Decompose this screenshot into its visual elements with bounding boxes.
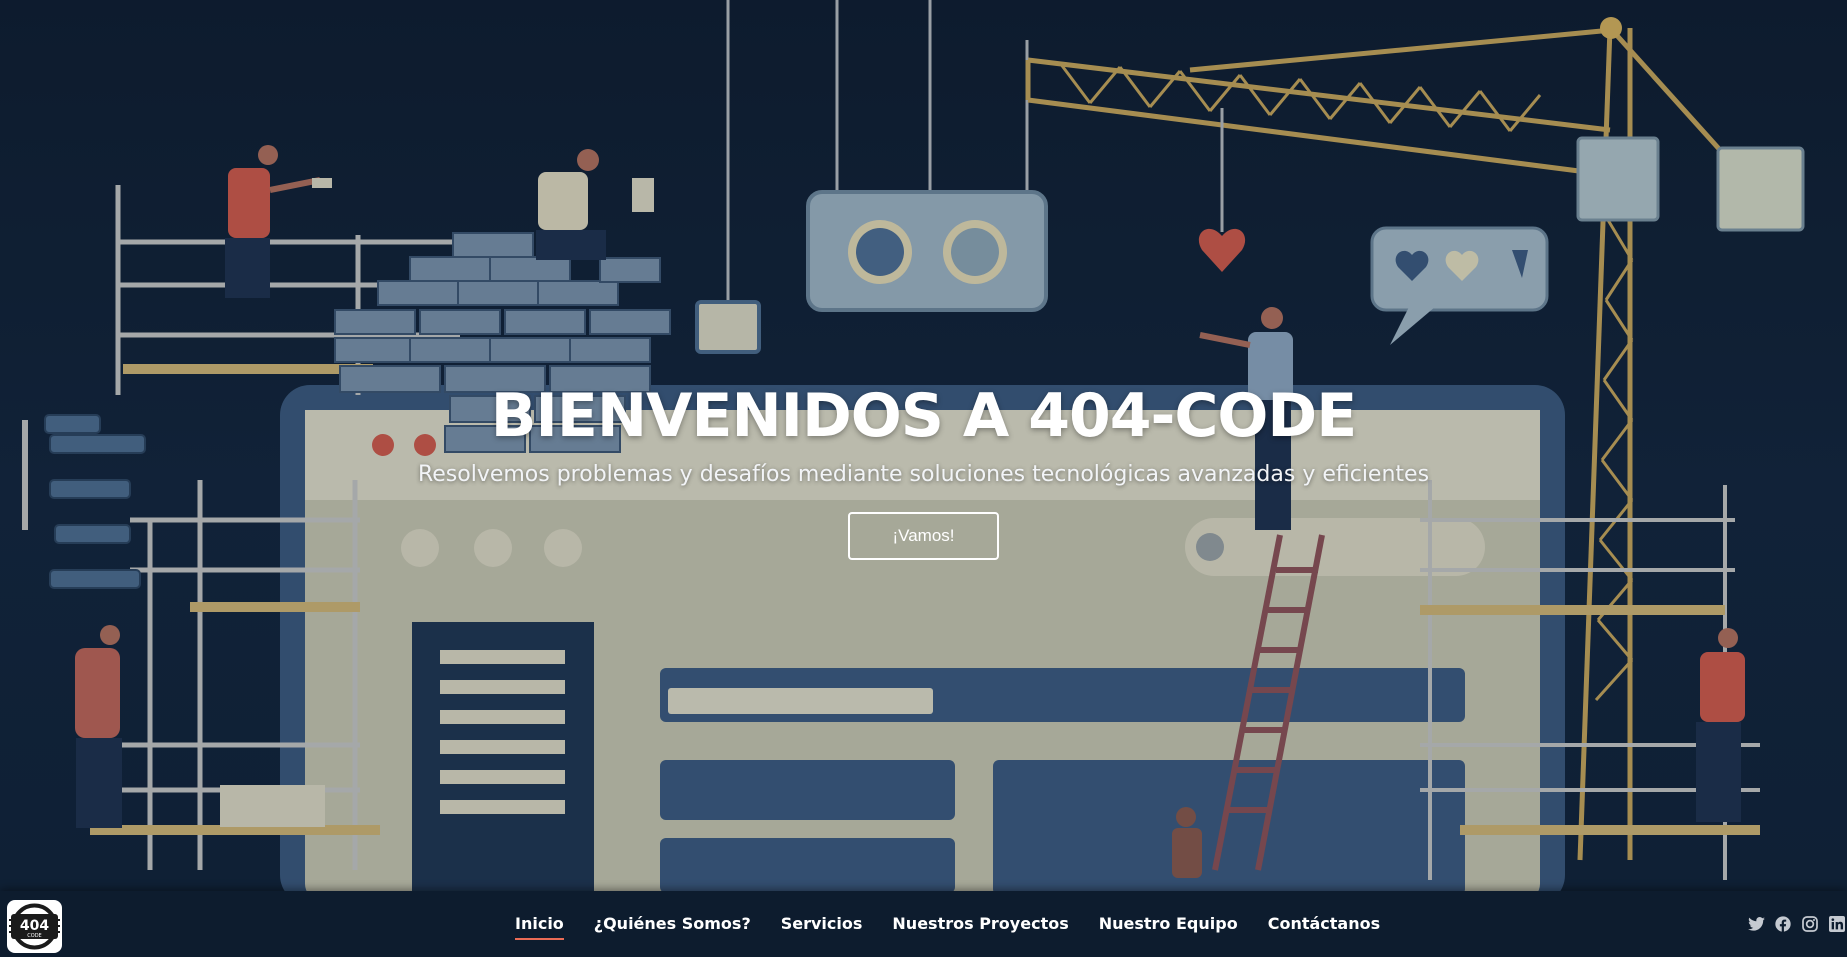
hero-title: BIENVENIDOS A 404-CODE	[490, 381, 1357, 451]
nav-item-contactanos[interactable]: Contáctanos	[1268, 902, 1380, 946]
hero-content: BIENVENIDOS A 404-CODE Resolvemos proble…	[0, 380, 1847, 560]
nav-item-nuestros-proyectos[interactable]: Nuestros Proyectos	[892, 902, 1068, 946]
logo-subtext: CODE	[27, 933, 41, 939]
nav-item-nuestro-equipo[interactable]: Nuestro Equipo	[1099, 902, 1238, 946]
hero-section: BIENVENIDOS A 404-CODE Resolvemos proble…	[0, 0, 1847, 891]
nav-menu: Inicio ¿Quiénes Somos? Servicios Nuestro…	[515, 891, 1410, 957]
logo-text: 404	[20, 918, 49, 934]
hero-cta-button[interactable]: ¡Vamos!	[848, 512, 999, 560]
facebook-icon[interactable]	[1773, 914, 1793, 934]
instagram-icon[interactable]	[1800, 914, 1820, 934]
linkedin-icon[interactable]	[1827, 914, 1847, 934]
nav-item-quienes-somos[interactable]: ¿Quiénes Somos?	[594, 902, 751, 946]
nav-item-inicio[interactable]: Inicio	[515, 902, 564, 946]
nav-item-servicios[interactable]: Servicios	[781, 902, 863, 946]
twitter-icon[interactable]	[1746, 914, 1766, 934]
logo[interactable]: 404 CODE	[7, 900, 62, 953]
hero-subtitle: Resolvemos problemas y desafíos mediante…	[417, 462, 1430, 487]
logo-mark-icon: 404 CODE	[9, 903, 60, 950]
social-links	[1739, 891, 1847, 957]
bottom-navbar: 404 CODE Inicio ¿Quiénes Somos? Servicio…	[0, 891, 1847, 957]
